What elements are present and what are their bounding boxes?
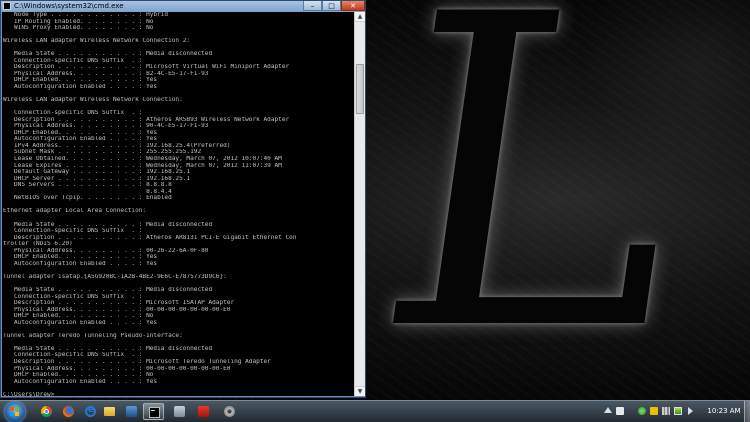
cmd-window[interactable]: C:\Windows\system32\cmd.exe – □ ✕ Node T… xyxy=(0,0,366,398)
scroll-down-icon[interactable]: ▼ xyxy=(355,386,365,396)
action-center-icon[interactable] xyxy=(650,407,658,415)
start-button[interactable] xyxy=(5,402,25,422)
folder-icon xyxy=(104,407,115,416)
taskbar-button-pdf[interactable] xyxy=(193,403,214,420)
wifi-signal-icon[interactable] xyxy=(662,407,670,415)
taskbar-clock[interactable]: 10:23 AM xyxy=(705,403,743,419)
command-prompt-icon xyxy=(149,407,160,418)
taskbar-button-firefox[interactable] xyxy=(58,403,79,420)
window-title: C:\Windows\system32\cmd.exe xyxy=(14,2,124,10)
vertical-scrollbar[interactable]: ▲ ▼ xyxy=(354,12,365,396)
taskbar-button-tool[interactable] xyxy=(169,403,190,420)
scrollbar-thumb[interactable] xyxy=(356,64,364,114)
media-player-icon xyxy=(126,406,137,417)
wallpaper-logo: L xyxy=(354,0,711,400)
window-titlebar[interactable]: C:\Windows\system32\cmd.exe – □ ✕ xyxy=(1,1,365,12)
taskbar-button-chrome[interactable] xyxy=(36,403,57,420)
taskbar-button-command-prompt[interactable] xyxy=(143,403,164,420)
pdf-icon xyxy=(198,406,209,417)
minimize-button[interactable]: – xyxy=(303,1,322,11)
taskbar-button-folder[interactable] xyxy=(99,403,120,420)
tool-icon xyxy=(174,406,185,417)
battery-icon[interactable] xyxy=(674,407,682,415)
maximize-button[interactable]: □ xyxy=(322,1,341,11)
taskbar-button-gear[interactable] xyxy=(219,403,240,420)
scroll-up-icon[interactable]: ▲ xyxy=(355,12,365,22)
cmd-icon xyxy=(3,2,11,10)
app-status-icon[interactable] xyxy=(638,407,646,415)
console-output[interactable]: Node Type . . . . . . . . . . . . : Hybr… xyxy=(2,12,354,396)
firefox-icon xyxy=(63,406,74,417)
close-button[interactable]: ✕ xyxy=(341,1,365,11)
notification-icon[interactable] xyxy=(616,407,624,415)
gear-icon xyxy=(224,406,235,417)
internet-explorer-icon xyxy=(85,405,96,417)
show-desktop-button[interactable] xyxy=(744,401,750,422)
taskbar-button-internet-explorer[interactable] xyxy=(80,403,101,420)
windows-logo-icon xyxy=(10,407,20,417)
console-line: C:\Users\Drew> xyxy=(3,391,55,396)
show-hidden-icons-icon[interactable] xyxy=(604,407,612,413)
taskbar-button-media-player[interactable] xyxy=(121,403,142,420)
chrome-icon xyxy=(41,406,52,417)
volume-icon[interactable] xyxy=(688,407,693,415)
